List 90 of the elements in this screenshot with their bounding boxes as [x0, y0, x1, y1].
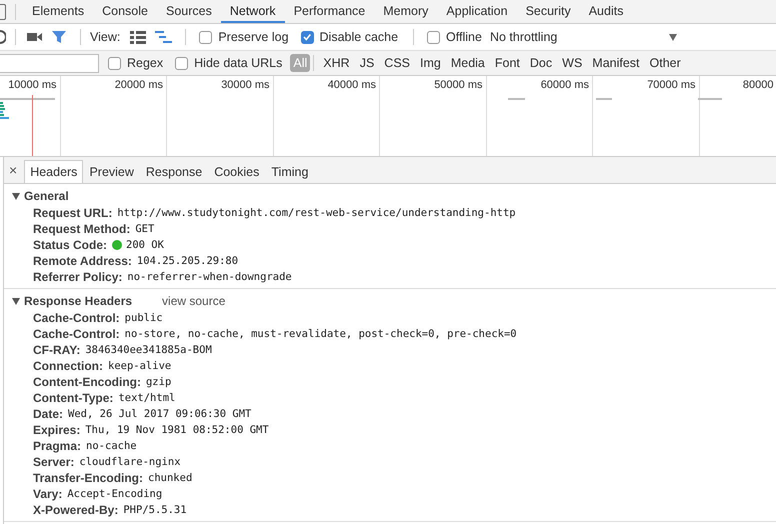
- panel-tab[interactable]: Memory: [374, 0, 438, 23]
- load-event-line: [32, 95, 33, 156]
- header-value: Thu, 19 Nov 1981 08:52:00 GMT: [85, 424, 269, 436]
- panel-tab[interactable]: Security: [516, 0, 580, 23]
- expanded-triangle-icon[interactable]: [12, 297, 20, 305]
- panel-tab[interactable]: Application: [437, 0, 517, 23]
- header-value: keep-alive: [108, 360, 172, 372]
- list-view-icon[interactable]: [130, 30, 148, 44]
- close-button[interactable]: ×: [4, 157, 24, 183]
- header-value: Wed, 26 Jul 2017 09:06:30 GMT: [68, 408, 252, 420]
- header-value: 104.25.205.29:80: [136, 255, 238, 267]
- header-name: CF-RAY:: [33, 343, 80, 357]
- camera-icon[interactable]: [27, 31, 43, 43]
- header-name: Content-Type:: [33, 391, 114, 405]
- detail-tab[interactable]: Cookies: [208, 160, 266, 183]
- panel-tab[interactable]: Audits: [580, 0, 632, 23]
- time-tick-label: 10000 ms: [8, 79, 56, 92]
- header-name: Request Method:: [33, 222, 130, 236]
- panel-tab[interactable]: Sources: [156, 0, 221, 23]
- type-filter[interactable]: Img: [417, 54, 444, 72]
- header-value: no-cache: [86, 440, 137, 452]
- detail-tab[interactable]: Timing: [265, 160, 314, 183]
- header-name: Vary:: [33, 487, 62, 501]
- header-name: Status Code:: [33, 238, 108, 252]
- header-name: Expires:: [33, 423, 80, 437]
- section-title[interactable]: Response Headers: [24, 294, 132, 308]
- time-tick-label: 50000 ms: [434, 79, 482, 92]
- panel-tab[interactable]: Elements: [23, 0, 94, 23]
- header-value: cloudflare-nginx: [79, 456, 181, 468]
- header-value: Accept-Encoding: [67, 488, 162, 500]
- offline-checkbox[interactable]: Offline: [427, 30, 482, 44]
- header-value: 3846340ee341885a-BOM: [85, 344, 212, 356]
- header-value: public: [124, 312, 163, 324]
- header-value: 200 OK: [126, 239, 164, 251]
- time-tick-label: 60000 ms: [540, 79, 589, 92]
- view-source-link[interactable]: view source: [162, 294, 226, 308]
- header-name: Connection:: [33, 359, 103, 373]
- header-value: gzip: [146, 376, 172, 388]
- header-name: Cache-Control:: [33, 311, 120, 325]
- header-name: Content-Encoding:: [33, 375, 141, 389]
- dropdown-arrow-icon: [669, 34, 678, 40]
- filter-field[interactable]: [0, 54, 99, 72]
- header-value: GET: [135, 223, 154, 235]
- header-name: Referrer Policy:: [33, 270, 122, 284]
- time-tick-label: 30000 ms: [221, 79, 270, 92]
- waterfall-view-icon[interactable]: [155, 30, 172, 44]
- hide-data-urls-checkbox[interactable]: Hide data URLs: [175, 56, 282, 70]
- header-value: chunked: [148, 472, 192, 484]
- view-label: View:: [90, 30, 120, 44]
- type-filter[interactable]: Media: [448, 54, 488, 72]
- detail-tab[interactable]: Headers: [24, 160, 84, 183]
- detail-tab[interactable]: Preview: [83, 160, 140, 183]
- time-tick-label: 80000: [742, 79, 774, 92]
- time-tick-label: 40000 ms: [328, 79, 376, 92]
- header-name: Pragma:: [33, 439, 82, 453]
- panel-tab[interactable]: Console: [93, 0, 157, 23]
- time-tick-label: 20000 ms: [114, 79, 163, 92]
- disable-cache-checkbox[interactable]: Disable cache: [300, 30, 398, 44]
- header-value: no-store, no-cache, must-revalidate, post-check=0, pre-check=0: [124, 328, 517, 340]
- header-value: no-referrer-when-downgrade: [127, 271, 292, 283]
- header-value: PHP/5.5.31: [123, 504, 187, 516]
- header-name: Remote Address:: [33, 254, 132, 268]
- regex-checkbox[interactable]: Regex: [108, 56, 164, 70]
- type-filter[interactable]: JS: [356, 54, 378, 72]
- filter-icon[interactable]: [51, 30, 67, 44]
- preserve-log-checkbox[interactable]: Preserve log: [199, 30, 289, 44]
- header-name: Transfer-Encoding:: [33, 471, 144, 485]
- header-name: Date:: [33, 407, 64, 421]
- throttling-dropdown[interactable]: No throttling: [490, 30, 678, 44]
- type-filter[interactable]: XHR: [320, 54, 353, 72]
- type-filter[interactable]: Manifest: [589, 54, 643, 72]
- time-tick-label: 70000 ms: [647, 79, 696, 92]
- header-name: Request URL:: [33, 206, 112, 220]
- section-title[interactable]: General: [24, 189, 69, 203]
- type-filter[interactable]: CSS: [381, 54, 413, 72]
- type-filter[interactable]: Doc: [526, 54, 556, 72]
- type-filter[interactable]: Font: [492, 54, 523, 72]
- detail-tab[interactable]: Response: [140, 160, 208, 183]
- header-name: X-Powered-By:: [33, 503, 118, 517]
- header-name: Server:: [33, 455, 74, 469]
- panel-toggle-icon[interactable]: [0, 4, 6, 20]
- clear-icon[interactable]: [0, 30, 6, 44]
- header-value: http://www.studytonight.com/rest-web-service/understanding-http: [117, 207, 516, 219]
- type-filter[interactable]: Other: [646, 54, 684, 72]
- type-filter[interactable]: WS: [559, 54, 586, 72]
- panel-tab[interactable]: Performance: [284, 0, 374, 23]
- header-value: text/html: [118, 392, 176, 404]
- header-name: Cache-Control:: [33, 327, 120, 341]
- expanded-triangle-icon[interactable]: [12, 192, 20, 200]
- checkmark-icon: [302, 32, 312, 42]
